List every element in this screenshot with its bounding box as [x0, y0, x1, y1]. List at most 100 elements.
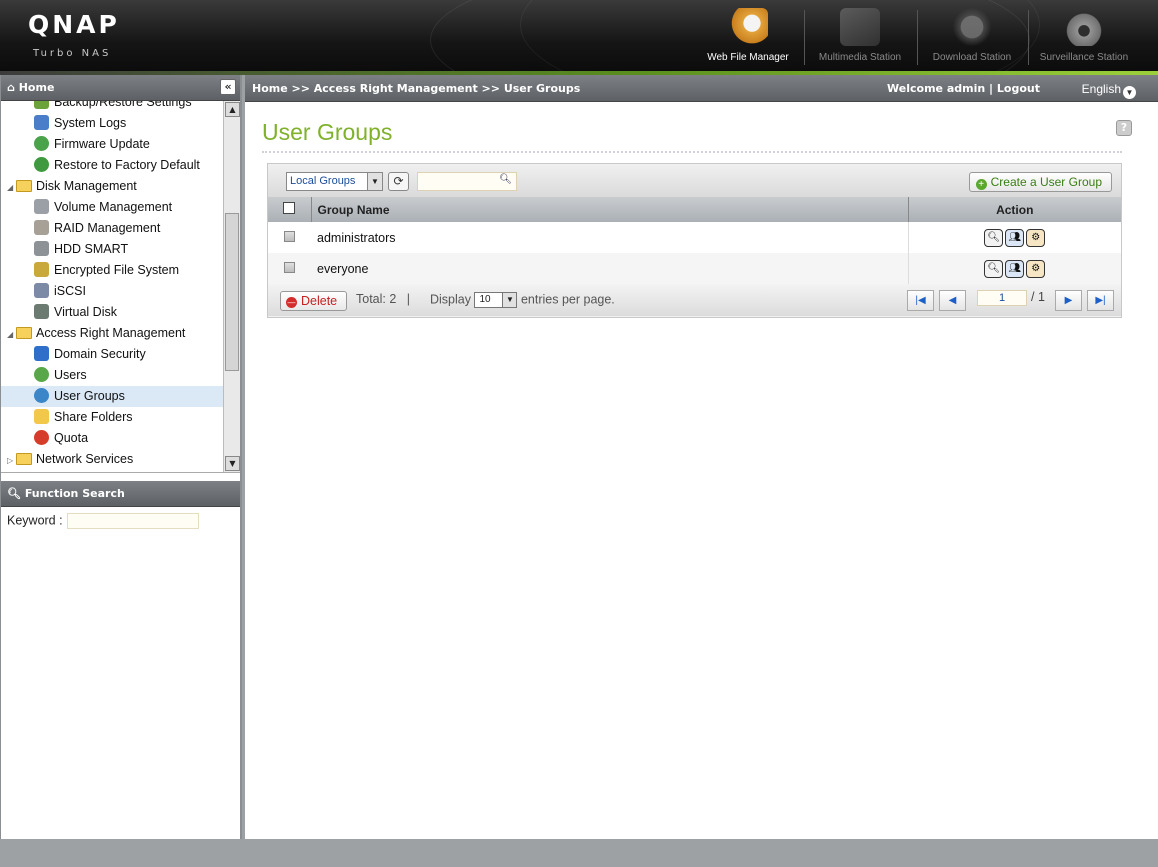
sidebar-item-label: System Logs	[54, 116, 127, 130]
chevron-down-icon: ▼	[1123, 86, 1136, 99]
app-multimedia-station[interactable]: Multimedia Station	[800, 8, 920, 66]
app-surveillance-station[interactable]: Surveillance Station	[1024, 8, 1144, 66]
sidebar-item-system-logs[interactable]: System Logs	[34, 113, 126, 134]
edit-privilege-icon[interactable]: ⚙︎	[1026, 228, 1046, 247]
page-number-input[interactable]: 1	[977, 290, 1027, 306]
sidebar-title[interactable]: Home	[19, 81, 55, 94]
scroll-down-arrow[interactable]: ▼	[225, 456, 240, 471]
volume-icon	[34, 199, 49, 214]
sidebar-item-label: Volume Management	[54, 200, 173, 214]
function-search-title: Function Search	[24, 487, 125, 500]
app-web-file-manager[interactable]: Web File Manager	[688, 8, 808, 66]
edit-privilege-icon[interactable]: ⚙︎	[1026, 259, 1046, 278]
sidebar-item-volume-management[interactable]: Volume Management	[34, 197, 172, 218]
sidebar-item-network-services[interactable]: ▷ Network Services	[7, 449, 133, 470]
row-checkbox-cell	[268, 253, 311, 284]
collapse-panel-button[interactable]: «	[220, 79, 236, 95]
sidebar-item-label: User Groups	[54, 389, 125, 403]
groups-table: Group Name Action administrators 🔍︎ 👥︎ ⚙︎ …	[268, 197, 1121, 284]
prev-page-button[interactable]: ◀	[939, 290, 966, 311]
user-groups-grid: Local Groups ▼ ⟳ 🔍︎ + Create a User Group …	[267, 163, 1122, 318]
quota-icon	[34, 430, 49, 445]
sidebar-item-label: Users	[54, 368, 87, 382]
sidebar-item-user-groups[interactable]: User Groups	[1, 386, 225, 407]
sidebar-item-label: Restore to Factory Default	[54, 158, 200, 172]
sidebar-item-disk-management[interactable]: ◢ Disk Management	[7, 176, 137, 197]
row-checkbox[interactable]	[284, 230, 295, 242]
grid-toolbar: Local Groups ▼ ⟳ 🔍︎ + Create a User Group	[268, 164, 1121, 197]
total-count: Total: 2 |	[356, 292, 410, 306]
qnap-logo: QNAP	[28, 10, 120, 39]
group-name-cell: administrators	[311, 222, 909, 253]
sidebar-item-hdd-smart[interactable]: HDD SMART	[34, 239, 128, 260]
iscsi-icon	[34, 283, 49, 298]
help-icon[interactable]: ?	[1116, 120, 1132, 136]
total-value: 2	[389, 292, 397, 306]
next-page-button[interactable]: ▶	[1055, 290, 1082, 311]
tree-scrollbar[interactable]: ▲ ▼	[223, 101, 240, 472]
group-type-select[interactable]: Local Groups ▼	[286, 172, 383, 191]
function-search-panel: 🔍︎ Function Search Keyword :	[1, 481, 240, 535]
sidebar-item-raid-management[interactable]: RAID Management	[34, 218, 160, 239]
row-checkbox-cell	[268, 222, 311, 253]
table-row: everyone 🔍︎ 👥︎ ⚙︎	[268, 253, 1121, 284]
share-folder-icon	[34, 409, 49, 424]
view-group-icon[interactable]: 🔍︎	[984, 228, 1004, 247]
title-divider	[262, 151, 1122, 153]
main-content: Home >> Access Right Management >> User …	[245, 75, 1158, 839]
user-groups-icon	[34, 388, 49, 403]
sidebar-item-quota[interactable]: Quota	[34, 428, 88, 449]
language-selector[interactable]: English ▼	[1082, 76, 1136, 103]
sidebar-item-encrypted-fs[interactable]: Encrypted File System	[34, 260, 179, 281]
page-title: User Groups	[262, 119, 393, 145]
app-download-station[interactable]: Download Station	[912, 8, 1032, 66]
per-page-select[interactable]: 10 ▼	[474, 292, 518, 308]
prev-page-icon: ◀	[948, 295, 957, 306]
sidebar-item-iscsi[interactable]: iSCSI	[34, 281, 86, 302]
keyword-row: Keyword :	[1, 507, 240, 535]
column-group-name[interactable]: Group Name	[311, 197, 909, 222]
keyword-input[interactable]	[66, 513, 199, 529]
sidebar-item-label: Share Folders	[54, 410, 133, 424]
view-group-icon[interactable]: 🔍︎	[984, 259, 1004, 278]
breadcrumb[interactable]: Home >> Access Right Management >> User …	[252, 82, 580, 95]
sidebar-item-backup-restore[interactable]: Backup/Restore Settings	[34, 101, 192, 113]
sidebar-item-label: Virtual Disk	[54, 305, 117, 319]
sidebar-item-restore-factory[interactable]: Restore to Factory Default	[34, 155, 200, 176]
lock-icon	[34, 262, 49, 277]
create-user-group-button[interactable]: + Create a User Group	[968, 172, 1112, 192]
table-header-row: Group Name Action	[268, 197, 1121, 222]
group-name-cell: everyone	[311, 253, 909, 284]
sidebar-item-virtual-disk[interactable]: Virtual Disk	[34, 302, 117, 323]
logout-link[interactable]: Logout	[997, 82, 1040, 95]
function-search-header: 🔍︎ Function Search	[1, 481, 240, 507]
last-page-button[interactable]: ▶|	[1087, 290, 1114, 311]
first-page-button[interactable]: |◀	[907, 290, 934, 311]
row-checkbox[interactable]	[284, 261, 295, 273]
delete-button[interactable]: — Delete	[280, 291, 348, 311]
sidebar-item-users[interactable]: Users	[34, 365, 87, 386]
sidebar-item-label: Firmware Update	[54, 137, 150, 151]
sidebar-item-access-right-management[interactable]: ◢ Access Right Management	[7, 323, 185, 344]
app-label: Download Station	[932, 52, 1012, 63]
table-row: administrators 🔍︎ 👥︎ ⚙︎	[268, 222, 1121, 253]
sidebar-item-firmware-update[interactable]: Firmware Update	[34, 134, 150, 155]
group-search-input[interactable]: 🔍︎	[417, 172, 517, 191]
edit-members-icon[interactable]: 👥︎	[1005, 259, 1025, 278]
next-page-icon: ▶	[1064, 295, 1073, 306]
action-cell: 🔍︎ 👥︎ ⚙︎	[908, 222, 1121, 253]
sidebar-item-label: HDD SMART	[54, 242, 129, 256]
sidebar-item-share-folders[interactable]: Share Folders	[34, 407, 133, 428]
sidebar-item-domain-security[interactable]: Domain Security	[34, 344, 146, 365]
per-page-value: 10	[479, 294, 491, 305]
refresh-button[interactable]: ⟳	[388, 172, 409, 191]
select-all-checkbox[interactable]	[283, 202, 296, 214]
scroll-thumb[interactable]	[225, 213, 239, 371]
sidebar-item-label: Encrypted File System	[54, 263, 180, 277]
edit-members-icon[interactable]: 👥︎	[1005, 228, 1025, 247]
search-icon: 🔍︎	[499, 174, 512, 185]
backup-icon	[34, 101, 49, 109]
multimedia-station-icon	[840, 8, 880, 46]
sidebar-item-label: Disk Management	[36, 179, 137, 193]
scroll-up-arrow[interactable]: ▲	[225, 102, 240, 117]
